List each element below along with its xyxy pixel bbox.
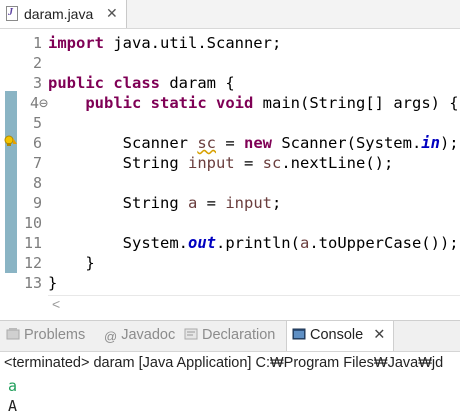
- code-token: sc: [197, 134, 216, 152]
- horizontal-scrollbar[interactable]: <: [48, 295, 460, 314]
- line-number: 3: [32, 74, 42, 92]
- code-token: String: [48, 194, 188, 212]
- code-line-9: String a = input;: [48, 194, 282, 212]
- code-token: class: [113, 74, 161, 92]
- code-token: Scanner(System.: [271, 134, 422, 152]
- code-token: );: [439, 134, 459, 152]
- code-token: static: [150, 94, 207, 112]
- scroll-left-arrow-icon[interactable]: <: [52, 296, 60, 312]
- line-number: 2: [32, 54, 42, 72]
- code-token: .println(: [215, 234, 300, 252]
- code-token: }: [48, 274, 58, 292]
- tab-problems[interactable]: Problems: [6, 327, 85, 343]
- editor-tab-daram-java[interactable]: J daram.java ✕: [0, 0, 127, 28]
- code-line-12: }: [48, 254, 95, 272]
- code-token: main(String[] args) {: [253, 94, 459, 112]
- code-line-13: }: [48, 274, 57, 292]
- line-number: 10: [23, 214, 42, 232]
- javadoc-at-icon: @: [104, 329, 118, 344]
- code-token: .nextLine();: [281, 154, 394, 172]
- code-token: void: [216, 94, 254, 112]
- java-file-icon: J: [6, 6, 18, 21]
- close-icon[interactable]: ✕: [373, 327, 385, 343]
- tab-label: Javadoc: [121, 327, 176, 343]
- code-token: =: [234, 154, 263, 172]
- code-token: String: [48, 154, 188, 172]
- line-number: 1: [32, 34, 42, 52]
- code-line-3: public class daram {: [48, 74, 235, 92]
- code-line-4: public static void main(String[] args) {: [48, 94, 459, 112]
- editor-tab-title: daram.java: [24, 6, 94, 22]
- line-number: 9: [32, 194, 42, 212]
- bottom-panel: Problems @ Javadoc Declaration Console ✕ …: [0, 320, 460, 418]
- code-token: }: [48, 254, 95, 272]
- code-token: input: [225, 194, 272, 212]
- line-number: 12: [23, 254, 42, 272]
- code-token: a: [299, 234, 310, 252]
- line-number-fold-toggle[interactable]: 4⊖: [18, 94, 48, 112]
- line-number: 5: [32, 114, 42, 132]
- change-marker-bar: [5, 91, 17, 273]
- code-line-1: import java.util.Scanner;: [48, 34, 281, 52]
- code-token: public: [48, 74, 104, 92]
- console-input-echo: a: [8, 377, 18, 395]
- line-number: 8: [32, 174, 42, 192]
- code-token: .toUpperCase());: [309, 234, 459, 252]
- panel-tab-bar: Problems @ Javadoc Declaration Console ✕: [0, 321, 460, 352]
- code-token: input: [187, 154, 235, 172]
- code-token: =: [215, 134, 244, 152]
- tab-declaration[interactable]: Declaration: [184, 327, 275, 343]
- tab-console[interactable]: Console ✕: [292, 327, 385, 343]
- warning-lightbulb-icon[interactable]: [4, 135, 18, 147]
- code-line-7: String input = sc.nextLine();: [48, 154, 394, 172]
- code-token: =: [197, 194, 226, 212]
- code-line-6: Scanner sc = new Scanner(System.in);: [48, 134, 459, 152]
- tab-label: Problems: [24, 327, 86, 343]
- code-token: new: [243, 134, 272, 152]
- code-token: java.util.Scanner;: [104, 34, 282, 52]
- code-token: public: [85, 94, 142, 112]
- tab-label: Console: [310, 327, 364, 343]
- code-token: Scanner: [48, 134, 198, 152]
- tab-label: Declaration: [202, 327, 276, 343]
- close-icon[interactable]: ✕: [106, 5, 118, 22]
- code-token: out: [187, 234, 216, 252]
- problems-icon: [6, 328, 20, 340]
- code-token: System.: [48, 234, 188, 252]
- tab-javadoc[interactable]: @ Javadoc: [104, 327, 176, 344]
- code-token: import: [48, 34, 104, 52]
- console-status: <terminated> daram [Java Application] C:…: [4, 355, 444, 371]
- code-token: in: [421, 134, 440, 152]
- console-icon: [292, 328, 306, 340]
- line-number: 11: [23, 234, 42, 252]
- code-line-11: System.out.println(a.toUpperCase());: [48, 234, 459, 252]
- line-number: 6: [32, 134, 42, 152]
- line-number: 13: [23, 274, 42, 292]
- code-token: sc: [262, 154, 282, 172]
- editor-tab-bar: J daram.java ✕: [0, 0, 460, 29]
- line-number: 7: [32, 154, 42, 172]
- code-token: daram {: [160, 74, 235, 92]
- console-output: A: [8, 397, 18, 415]
- code-token: ;: [272, 194, 282, 212]
- declaration-icon: [184, 328, 198, 340]
- code-editor[interactable]: 1 2 3 4⊖ 5 6 7 8 9 10 11 12 13 import ja…: [0, 29, 460, 319]
- code-token: a: [187, 194, 198, 212]
